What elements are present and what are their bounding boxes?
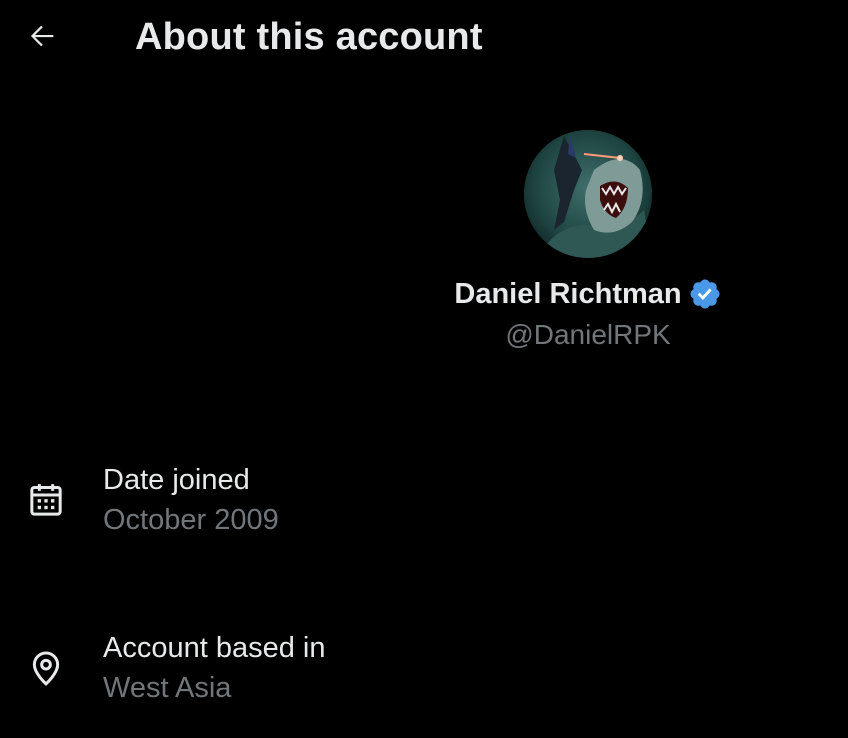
account-based-in-value: West Asia	[103, 672, 232, 704]
display-name: Daniel Richtman	[454, 277, 682, 310]
page-title: About this account	[135, 16, 483, 58]
calendar-icon	[24, 478, 68, 522]
account-based-in-label: Account based in	[103, 632, 326, 664]
header: About this account	[0, 0, 848, 78]
date-joined-value: October 2009	[103, 504, 279, 536]
location-pin-icon	[24, 646, 68, 690]
date-joined-label: Date joined	[103, 464, 250, 496]
arrow-left-icon	[25, 19, 59, 58]
date-joined-row: Date joined October 2009	[0, 464, 848, 544]
account-handle: @DanielRPK	[505, 319, 671, 350]
profile-summary: Daniel Richtman @DanielRPK	[380, 130, 796, 351]
back-button[interactable]	[20, 18, 64, 58]
name-row: Daniel Richtman	[380, 276, 796, 312]
avatar[interactable]	[524, 130, 652, 258]
account-based-in-row: Account based in West Asia	[0, 632, 848, 712]
verified-badge-icon	[688, 277, 722, 311]
